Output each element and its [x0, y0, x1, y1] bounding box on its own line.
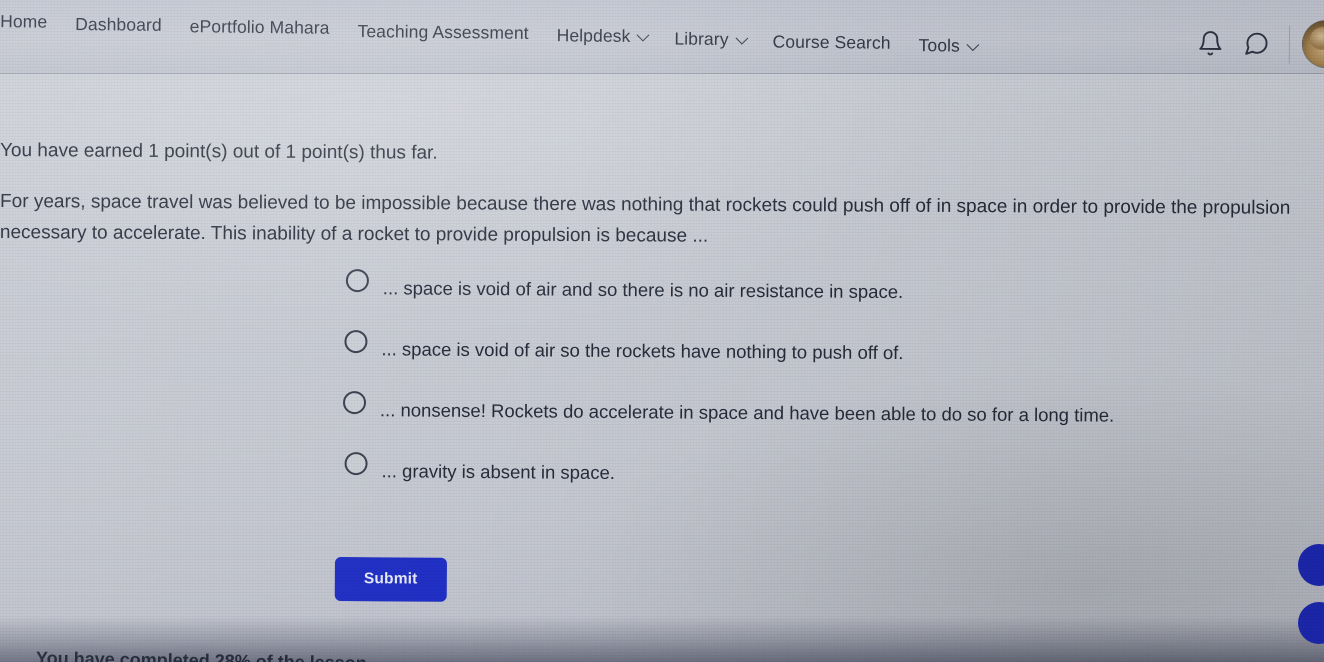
nav-item-label: Helpdesk [556, 25, 631, 46]
answer-option[interactable]: ... nonsense! Rockets do accelerate in s… [342, 390, 1303, 430]
chevron-down-icon [966, 38, 980, 52]
nav-item-eportfolio-mahara[interactable]: ePortfolio Mahara [176, 16, 344, 39]
nav-item-tools[interactable]: Tools [904, 35, 990, 57]
answer-option-label: ... space is void of air and so there is… [382, 277, 904, 303]
messages-button[interactable] [1233, 20, 1279, 66]
main-navigation: Home Dashboard ePortfolio Mahara Teachin… [0, 0, 990, 85]
nav-item-course-search[interactable]: Course Search [758, 31, 904, 54]
nav-item-label: ePortfolio Mahara [189, 16, 330, 38]
question-text: For years, space travel was believed to … [0, 191, 1291, 247]
notifications-button[interactable] [1187, 20, 1233, 66]
nav-item-home[interactable]: Home [0, 11, 61, 33]
site-header: Home Dashboard ePortfolio Mahara Teachin… [0, 0, 1324, 74]
answer-option[interactable]: ... space is void of air and so there is… [345, 268, 1304, 308]
nav-item-label: Library [674, 28, 729, 50]
answer-option-label: ... space is void of air so the rockets … [381, 338, 904, 364]
nav-item-label: Home [0, 11, 48, 32]
nav-item-label: Teaching Assessment [357, 21, 529, 43]
chevron-down-icon [636, 28, 650, 42]
chevron-down-icon [735, 31, 748, 45]
radio-button[interactable] [344, 451, 368, 476]
submit-container: Submit [334, 557, 447, 602]
nav-item-label: Dashboard [75, 13, 162, 35]
nav-item-teaching-assessment[interactable]: Teaching Assessment [343, 21, 542, 44]
nav-item-label: Course Search [772, 31, 891, 53]
answer-option[interactable]: ... space is void of air so the rockets … [344, 329, 1303, 369]
radio-button[interactable] [345, 269, 369, 293]
score-status: You have earned 1 point(s) out of 1 poin… [0, 140, 438, 164]
speech-bubble-icon [1244, 32, 1268, 55]
header-divider [1288, 25, 1291, 64]
nav-item-label: Tools [918, 35, 961, 56]
answer-option-label: ... gravity is absent in space. [381, 460, 616, 483]
answer-options: ... space is void of air and so there is… [342, 268, 1304, 519]
lesson-progress-text: You have completed 28% of the lesson [35, 648, 367, 662]
floating-action-button-primary[interactable] [1298, 544, 1324, 586]
header-actions [1187, 0, 1324, 74]
floating-action-button-secondary[interactable] [1298, 602, 1324, 644]
nav-item-helpdesk[interactable]: Helpdesk [543, 25, 661, 47]
radio-button[interactable] [342, 390, 367, 415]
avatar[interactable] [1301, 19, 1324, 69]
submit-button[interactable]: Submit [334, 557, 447, 602]
lesson-content: You have earned 1 point(s) out of 1 poin… [0, 74, 1324, 662]
answer-option[interactable]: ... gravity is absent in space. [344, 451, 1302, 491]
answer-option-label: ... nonsense! Rockets do accelerate in s… [379, 399, 1115, 426]
nav-item-dashboard[interactable]: Dashboard [61, 14, 176, 36]
radio-button[interactable] [344, 329, 368, 354]
bell-icon [1198, 30, 1221, 55]
nav-item-library[interactable]: Library [660, 28, 758, 50]
